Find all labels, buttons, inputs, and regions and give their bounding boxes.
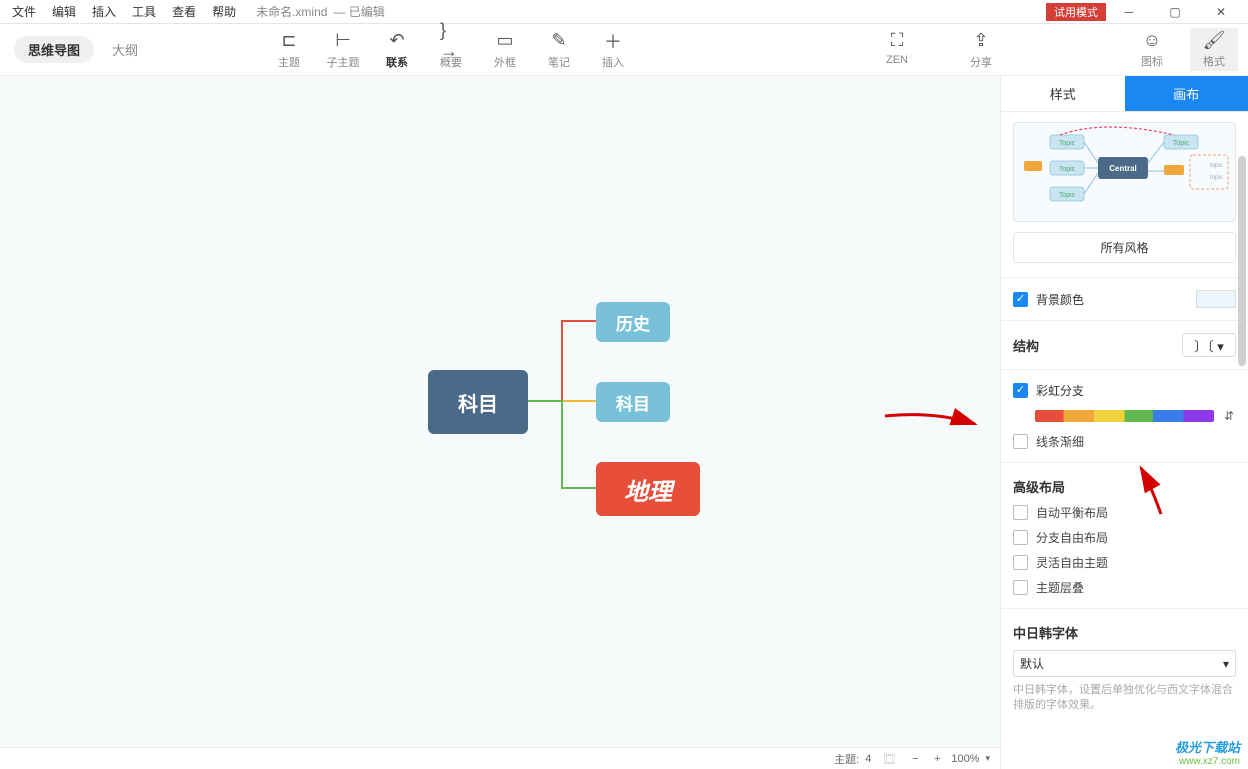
window-close[interactable]: ✕ [1198,0,1244,24]
menu-file[interactable]: 文件 [4,1,44,22]
tool-insert[interactable]: ＋插入 [586,28,640,72]
panel-tab-style[interactable]: 样式 [1001,76,1125,111]
title-filename: 未命名.xmind [256,3,327,20]
tool-share[interactable]: ⇪分享 [954,28,1008,72]
cjk-font-select[interactable]: 默认▾ [1013,650,1236,677]
svg-text:Topic: Topic [1059,192,1076,199]
structure-label: 结构 [1013,336,1039,355]
auto-balance-checkbox[interactable] [1013,505,1028,520]
panel-tab-canvas[interactable]: 画布 [1125,76,1248,111]
node-child-3[interactable]: 地理 [596,462,700,516]
overlap-checkbox[interactable] [1013,580,1028,595]
tool-note[interactable]: ✎笔记 [532,28,586,72]
svg-text:topic: topic [1210,163,1223,169]
minimap-icon[interactable]: ⿴ [881,751,897,767]
rainbow-label: 彩虹分支 [1036,382,1084,399]
rainbow-bar[interactable] [1035,410,1214,422]
titlebar: 文件 编辑 插入 工具 查看 帮助 未命名.xmind — 已编辑 试用模式 ─… [0,0,1248,24]
statusbar: 主题: 4 ⿴ − + 100% ▾ [0,747,1000,769]
bg-color-label: 背景颜色 [1036,291,1084,308]
tool-boundary[interactable]: ▭外框 [478,28,532,72]
window-maximize[interactable]: ▢ [1152,0,1198,24]
all-styles-button[interactable]: 所有风格 [1013,232,1236,263]
svg-text:Central: Central [1109,164,1137,173]
svg-text:Topic: Topic [1173,140,1190,147]
note-icon: ✎ [548,30,570,52]
menu-insert[interactable]: 插入 [84,1,124,22]
tool-format[interactable]: 🖌格式 [1190,28,1238,71]
view-outline[interactable]: 大纲 [98,36,152,63]
rainbow-cycle[interactable]: ⇵ [1222,409,1236,423]
zoom-out[interactable]: − [907,751,923,767]
tool-summary[interactable]: }→概要 [424,28,478,72]
menu-view[interactable]: 查看 [164,1,204,22]
free-branch-checkbox[interactable] [1013,530,1028,545]
canvas-area[interactable]: 科目 历史 科目 地理 [0,76,1000,747]
line-taper-label: 线条渐细 [1036,433,1084,450]
cjk-font-desc: 中日韩字体，设置后单独优化与西文字体混合排版的字体效果。 [1013,683,1236,714]
zoom-dropdown-icon[interactable]: ▾ [985,753,990,764]
cjk-font-title: 中日韩字体 [1013,623,1236,642]
tool-icon[interactable]: ☺图标 [1128,28,1176,71]
panel-scrollbar[interactable] [1238,156,1246,366]
flex-topic-checkbox[interactable] [1013,555,1028,570]
title-status: — 已编辑 [333,3,384,20]
tool-zen[interactable]: ⛶ZEN [870,28,924,68]
smiley-icon: ☺ [1143,30,1161,51]
adv-layout-title: 高级布局 [1013,477,1236,496]
overlap-label: 主题层叠 [1036,579,1084,596]
boundary-icon: ▭ [494,30,516,52]
node-child-2[interactable]: 科目 [596,382,670,422]
node-center[interactable]: 科目 [428,370,528,434]
zen-icon: ⛶ [886,30,908,52]
bg-color-swatch[interactable] [1196,290,1236,308]
share-icon: ⇪ [970,30,992,52]
svg-text:Topic: Topic [1059,166,1076,173]
node-child-1[interactable]: 历史 [596,302,670,342]
tool-topic[interactable]: ⊏主题 [262,28,316,72]
topics-label: 主题: [834,751,859,767]
tool-subtopic[interactable]: ⊢子主题 [316,28,370,72]
topics-count: 4 [865,753,871,765]
topic-icon: ⊏ [278,30,300,52]
window-minimize[interactable]: ─ [1106,0,1152,24]
bg-color-checkbox[interactable] [1013,292,1028,307]
flex-topic-label: 灵活自由主题 [1036,554,1108,571]
auto-balance-label: 自动平衡布局 [1036,504,1108,521]
subtopic-icon: ⊢ [332,30,354,52]
trial-badge: 试用模式 [1046,3,1106,21]
toolbar: 思维导图 大纲 ⊏主题 ⊢子主题 ↶联系 }→概要 ▭外框 ✎笔记 ＋插入 ⛶Z… [0,24,1248,76]
rainbow-checkbox[interactable] [1013,383,1028,398]
relationship-icon: ↶ [386,30,408,52]
summary-icon: }→ [440,30,462,52]
insert-icon: ＋ [602,30,624,52]
svg-text:topic: topic [1210,175,1223,181]
brush-icon: 🖌 [1203,30,1226,51]
view-mindmap[interactable]: 思维导图 [14,36,94,63]
free-branch-label: 分支自由布局 [1036,529,1108,546]
zoom-in[interactable]: + [929,751,945,767]
structure-select[interactable]: 〕〔 ▾ [1182,333,1236,357]
zoom-level[interactable]: 100% [951,753,979,765]
tool-relationship[interactable]: ↶联系 [370,28,424,72]
menu-help[interactable]: 帮助 [204,1,244,22]
menu-edit[interactable]: 编辑 [44,1,84,22]
line-taper-checkbox[interactable] [1013,434,1028,449]
style-preview[interactable]: Topic Topic Topic Central Topic topic to… [1013,122,1236,222]
side-panel: 样式 画布 Topic Topic Topic Central Topic to… [1000,76,1248,769]
svg-text:Topic: Topic [1059,140,1076,147]
menu-tools[interactable]: 工具 [124,1,164,22]
